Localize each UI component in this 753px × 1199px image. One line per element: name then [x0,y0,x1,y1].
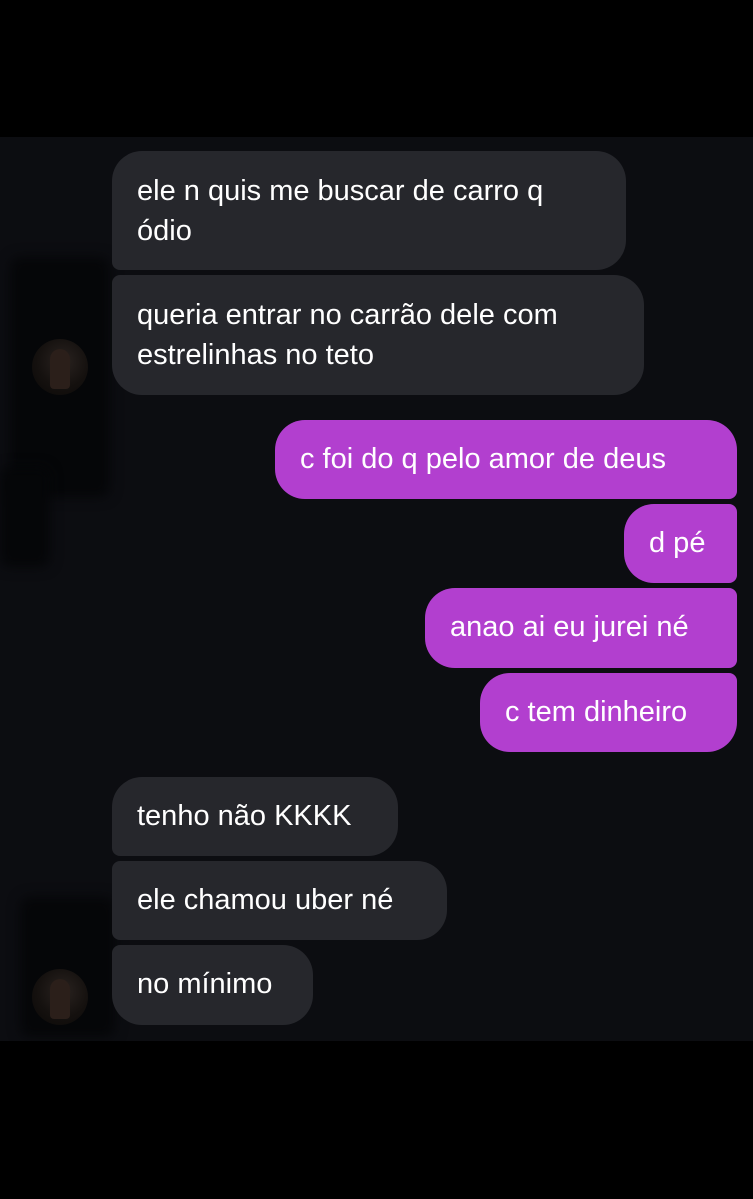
received-message-bubble[interactable]: queria entrar no carrão dele com estreli… [112,275,644,395]
received-message-bubble[interactable]: no mínimo [112,945,313,1025]
message-text: ele chamou uber né [137,884,394,916]
top-black-bar [0,0,753,137]
redaction-smudge [0,467,50,567]
sent-message-bubble[interactable]: anao ai eu jurei né [425,588,737,668]
sent-message-bubble[interactable]: d pé [624,504,737,583]
sent-message-bubble[interactable]: c tem dinheiro [480,673,737,752]
message-text: tenho não KKKK [137,800,352,832]
message-text: d pé [649,527,706,559]
bottom-black-bar [0,1041,753,1199]
contact-avatar[interactable] [32,339,88,395]
avatar-photo-icon [50,979,70,1019]
message-text: c foi do q pelo amor de deus [300,443,666,475]
message-text: anao ai eu jurei né [450,611,689,643]
message-text: queria entrar no carrão dele com estreli… [137,299,558,371]
sent-message-bubble[interactable]: c foi do q pelo amor de deus [275,420,737,499]
avatar-photo-icon [50,349,70,389]
message-text: c tem dinheiro [505,696,688,728]
message-text: ele n quis me buscar de carro q ódio [137,175,544,247]
received-message-bubble[interactable]: tenho não KKKK [112,777,398,856]
received-message-bubble[interactable]: ele chamou uber né [112,861,447,940]
contact-avatar[interactable] [32,969,88,1025]
received-message-bubble[interactable]: ele n quis me buscar de carro q ódio [112,151,626,270]
message-text: no mínimo [137,968,273,1000]
